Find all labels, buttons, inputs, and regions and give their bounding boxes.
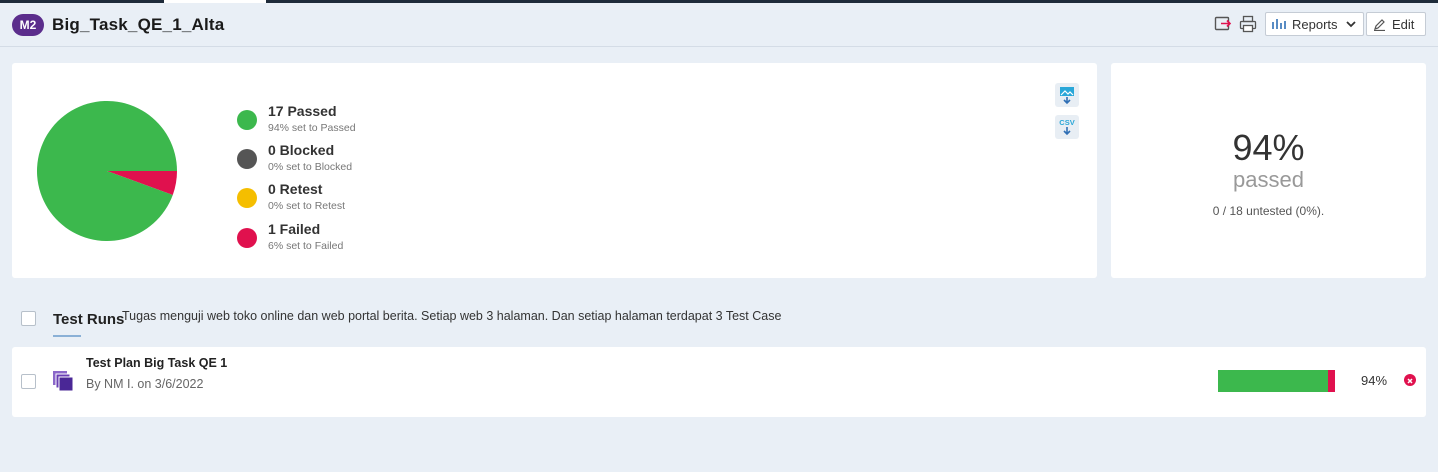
csv-download-icon: CSV xyxy=(1059,118,1075,136)
page-header: M2 Big_Task_QE_1_Alta Reports Edit xyxy=(0,3,1438,47)
download-csv-button[interactable]: CSV xyxy=(1055,115,1079,139)
select-all-runs-checkbox[interactable] xyxy=(21,311,36,326)
download-image-button[interactable] xyxy=(1055,83,1079,107)
test-run-checkbox[interactable] xyxy=(21,374,36,389)
legend-dot-passed xyxy=(237,110,257,130)
pencil-icon xyxy=(1374,18,1385,31)
legend-subtitle: 0% set to Retest xyxy=(268,200,346,212)
image-download-icon xyxy=(1060,87,1074,105)
legend-title: 0 Retest xyxy=(268,181,323,197)
chevron-down-icon xyxy=(1345,21,1356,28)
legend-subtitle: 94% set to Passed xyxy=(268,122,356,134)
edit-button[interactable]: Edit xyxy=(1366,12,1426,36)
legend-dot-retest xyxy=(237,188,257,208)
test-run-progress-bar xyxy=(1218,370,1335,392)
legend-title: 17 Passed xyxy=(268,103,337,119)
legend-subtitle: 0% set to Blocked xyxy=(268,161,353,173)
status-summary-card: 17 Passed 94% set to Passed 0 Blocked 0%… xyxy=(12,63,1097,278)
pass-percentage: 94% xyxy=(1232,127,1305,168)
test-run-percentage: 94% xyxy=(1361,373,1388,388)
test-plan-icon xyxy=(52,370,76,399)
page-title: Big_Task_QE_1_Alta xyxy=(52,15,225,34)
edit-label: Edit xyxy=(1392,16,1415,32)
reports-label: Reports xyxy=(1292,16,1338,32)
pass-label: passed xyxy=(1233,167,1304,192)
test-runs-heading: Test Runs xyxy=(53,311,125,328)
status-pie-chart xyxy=(37,101,177,241)
export-icon[interactable] xyxy=(1214,15,1232,33)
heading-underline xyxy=(53,335,81,337)
bar-chart-icon xyxy=(1272,19,1286,29)
legend-title: 1 Failed xyxy=(268,221,321,237)
test-run-meta: By NM I. on 3/6/2022 xyxy=(86,377,204,391)
legend-dot-failed xyxy=(237,228,257,248)
csv-label: CSV xyxy=(1059,118,1074,127)
print-icon[interactable] xyxy=(1239,15,1257,33)
untested-summary: 0 / 18 untested (0%). xyxy=(1212,204,1325,218)
legend-title: 0 Blocked xyxy=(268,142,335,158)
test-run-row: Test Plan Big Task QE 1 By NM I. on 3/6/… xyxy=(12,347,1426,417)
test-run-title-link[interactable]: Test Plan Big Task QE 1 xyxy=(86,356,227,370)
close-run-icon[interactable] xyxy=(1404,374,1416,386)
progress-failed-segment xyxy=(1327,370,1335,392)
legend-dot-blocked xyxy=(237,149,257,169)
reports-button[interactable]: Reports xyxy=(1265,12,1364,36)
pass-rate-card: 94% passed 0 / 18 untested (0%). xyxy=(1111,63,1426,278)
legend-subtitle: 6% set to Failed xyxy=(268,240,344,252)
milestone-badge: M2 xyxy=(12,14,44,36)
pie-slice-passed xyxy=(37,101,177,241)
test-runs-description: Tugas menguji web toko online dan web po… xyxy=(122,309,782,323)
